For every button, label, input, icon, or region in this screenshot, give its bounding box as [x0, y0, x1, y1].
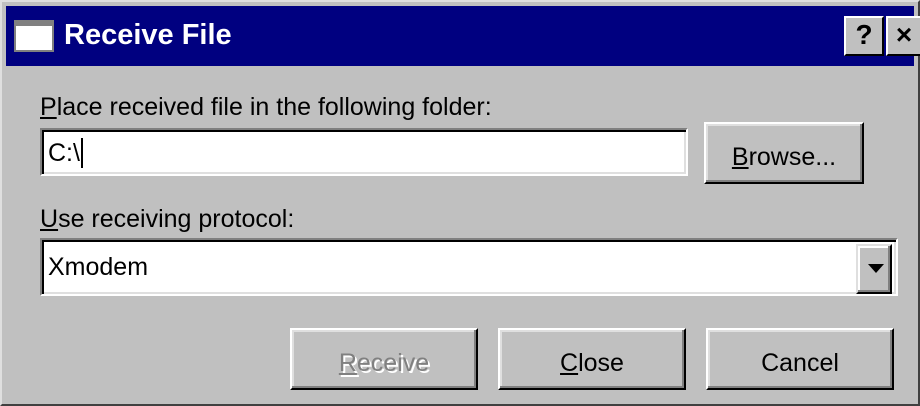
cancel-button[interactable]: Cancel [706, 328, 894, 390]
help-button[interactable]: ? [844, 16, 884, 56]
protocol-selected-value: Xmodem [48, 253, 149, 281]
protocol-label: Use receiving protocol: [40, 204, 294, 234]
window-icon [14, 20, 54, 52]
close-button-label: Close [500, 348, 684, 378]
browse-button-label: Browse... [706, 142, 862, 172]
text-caret [80, 138, 83, 168]
folder-input[interactable]: C:\ [40, 128, 688, 176]
folder-label-accelerator: P [40, 93, 57, 121]
folder-input-text: C:\ [48, 139, 80, 167]
title-bar[interactable]: Receive File ? × [6, 6, 920, 66]
chevron-down-icon [868, 264, 884, 273]
close-window-button[interactable]: × [886, 16, 920, 56]
protocol-dropdown-button[interactable] [856, 244, 892, 294]
dialog-title: Receive File [64, 19, 232, 51]
browse-accelerator: B [731, 143, 749, 171]
protocol-select[interactable]: Xmodem [40, 238, 898, 296]
receive-button[interactable]: Receive [290, 328, 478, 390]
folder-label: Place received file in the following fol… [40, 92, 492, 122]
browse-text: rowse... [748, 143, 837, 171]
receive-file-dialog: Receive File ? × Place received file in … [0, 0, 920, 406]
receive-text: eceive [356, 349, 430, 377]
browse-button[interactable]: Browse... [704, 122, 864, 184]
cancel-button-label: Cancel [761, 349, 839, 377]
close-text: lose [578, 349, 624, 377]
close-accelerator: C [560, 349, 579, 377]
receive-accelerator: R [338, 349, 357, 377]
protocol-label-accelerator: U [40, 205, 59, 233]
close-button[interactable]: Close [498, 328, 686, 390]
folder-label-text: lace received file in the following fold… [56, 93, 492, 121]
protocol-label-text: se receiving protocol: [58, 205, 295, 233]
receive-button-label: Receive [292, 348, 476, 378]
folder-input-value: C:\ [48, 138, 83, 168]
